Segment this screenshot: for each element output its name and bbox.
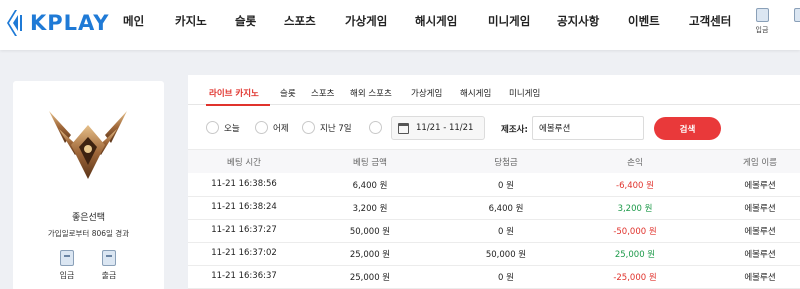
tab-mini-game[interactable]: 미니게임 (509, 87, 540, 99)
deposit-button[interactable]: 입금 (55, 250, 79, 281)
deposit-icon (60, 250, 74, 266)
cell-game-name: 에볼루션 (744, 227, 776, 237)
nav-notice[interactable]: 공지사항 (557, 13, 599, 29)
cell-bet-time: 11-21 16:37:02 (211, 248, 277, 258)
table-row: 11-21 16:38:56 6,400 원 0 원 -6,400 원 에볼루션 (188, 174, 800, 197)
withdraw-button[interactable]: 출금 (97, 250, 121, 281)
top-header: KPLAY 메인 카지노 슬롯 스포츠 가상게임 해시게임 미니게임 공지사항 … (0, 0, 800, 50)
cell-game-name: 에볼루션 (744, 181, 776, 191)
radio-circle (302, 121, 315, 134)
period-yesterday-label: 어제 (273, 123, 289, 134)
nav-hash-game[interactable]: 해시게임 (415, 13, 457, 29)
header-extra-button[interactable] (788, 8, 800, 22)
nav-virtual-game[interactable]: 가상게임 (345, 13, 387, 29)
table-header: 베팅 시간 베팅 금액 당첨금 손익 게임 이름 (188, 149, 800, 173)
joined-days: 가입일로부터 806일 경과 (47, 229, 130, 238)
cell-profit: -6,400 원 (616, 181, 654, 191)
wallet-icon (755, 8, 769, 22)
nav-casino[interactable]: 카지노 (175, 13, 207, 29)
nav-customer-center[interactable]: 고객센터 (689, 13, 731, 29)
table-row: 11-21 16:38:24 3,200 원 6,400 원 3,200 원 에볼루션 (188, 197, 800, 220)
logo-mark-icon (7, 10, 22, 36)
cell-profit: 25,000 원 (614, 250, 656, 260)
cell-bet-amount: 50,000 원 (349, 227, 391, 237)
cell-bet-amount: 25,000 원 (349, 273, 391, 283)
period-custom-radio[interactable] (369, 121, 382, 134)
filter-bar: 오늘 어제 지난 7일 11/21 - 11/21 제조사: 검색 (188, 111, 800, 145)
header-game-name: 게임 이름 (743, 158, 777, 168)
nav-mini-game[interactable]: 미니게임 (488, 13, 530, 29)
period-yesterday-radio[interactable]: 어제 (255, 121, 289, 134)
header-profit: 손익 (627, 158, 643, 168)
cell-winnings: 0 원 (498, 273, 514, 283)
maker-label: 제조사: (501, 125, 528, 135)
nav-event[interactable]: 이벤트 (628, 13, 660, 29)
search-button[interactable]: 검색 (654, 117, 721, 140)
nav-sports[interactable]: 스포츠 (284, 13, 316, 29)
maker-input[interactable] (532, 116, 644, 140)
cell-bet-time: 11-21 16:38:56 (211, 179, 277, 189)
header-bet-time: 베팅 시간 (227, 158, 261, 168)
cell-bet-time: 11-21 16:38:24 (211, 202, 277, 212)
cell-game-name: 에볼루션 (744, 273, 776, 283)
date-range-picker[interactable]: 11/21 - 11/21 (391, 116, 485, 140)
cell-bet-amount: 3,200 원 (352, 204, 388, 214)
tab-sports[interactable]: 스포츠 (311, 87, 334, 99)
deposit-label: 입금 (59, 271, 75, 280)
cell-bet-time: 11-21 16:37:27 (211, 225, 277, 235)
tab-live-casino[interactable]: 라이브 카지노 (209, 87, 259, 99)
radio-circle (255, 121, 268, 134)
date-range-text: 11/21 - 11/21 (416, 123, 474, 133)
nav-main[interactable]: 메인 (123, 13, 144, 29)
period-7days-label: 지난 7일 (320, 123, 352, 134)
calendar-icon (398, 122, 409, 134)
cell-game-name: 에볼루션 (744, 204, 776, 214)
cell-game-name: 에볼루션 (744, 250, 776, 260)
header-bet-amount: 베팅 금액 (353, 158, 387, 168)
tab-hash-game[interactable]: 해시게임 (460, 87, 491, 99)
period-7days-radio[interactable]: 지난 7일 (302, 121, 352, 134)
cell-winnings: 0 원 (498, 227, 514, 237)
nickname: 좋은선택 (71, 213, 106, 223)
period-today-label: 오늘 (224, 123, 240, 134)
tab-virtual-game[interactable]: 가상게임 (411, 87, 442, 99)
cell-profit: 3,200 원 (617, 204, 653, 214)
withdraw-icon (102, 250, 116, 266)
betting-history-panel: 라이브 카지노 슬롯 스포츠 해외 스포츠 가상게임 해시게임 미니게임 오늘 … (188, 75, 800, 289)
cell-bet-time: 11-21 16:36:37 (211, 271, 277, 281)
withdraw-label: 출금 (101, 271, 117, 280)
cell-profit: -50,000 원 (613, 227, 657, 237)
tab-overseas-sports[interactable]: 해외 스포츠 (350, 87, 392, 99)
rank-emblem-icon (49, 111, 127, 179)
cell-bet-amount: 6,400 원 (352, 181, 388, 191)
profile-card: 좋은선택 가입일로부터 806일 경과 입금 출금 (13, 81, 164, 289)
table-row: 11-21 16:36:37 25,000 원 0 원 -25,000 원 에볼루션 (188, 266, 800, 289)
kplay-logo[interactable]: KPLAY (5, 9, 110, 37)
tab-slot[interactable]: 슬롯 (280, 87, 296, 99)
nav-slot[interactable]: 슬롯 (235, 13, 256, 29)
cell-winnings: 6,400 원 (488, 204, 524, 214)
header-winnings: 당첨금 (494, 158, 518, 168)
cell-profit: -25,000 원 (613, 273, 657, 283)
table-row: 11-21 16:37:02 25,000 원 50,000 원 25,000 원 에볼… (188, 243, 800, 266)
logo-text: KPLAY (30, 11, 110, 35)
active-tab-indicator (206, 104, 270, 106)
radio-circle (369, 121, 382, 134)
header-deposit-label: 입금 (755, 26, 769, 34)
category-tabs: 라이브 카지노 슬롯 스포츠 해외 스포츠 가상게임 해시게임 미니게임 (188, 75, 800, 106)
table-row: 11-21 16:37:27 50,000 원 0 원 -50,000 원 에볼루션 (188, 220, 800, 243)
cell-winnings: 50,000 원 (485, 250, 527, 260)
cell-bet-amount: 25,000 원 (349, 250, 391, 260)
radio-circle (206, 121, 219, 134)
cell-winnings: 0 원 (498, 181, 514, 191)
header-deposit-button[interactable]: 입금 (750, 8, 774, 35)
wallet-icon (793, 8, 800, 22)
period-today-radio[interactable]: 오늘 (206, 121, 240, 134)
